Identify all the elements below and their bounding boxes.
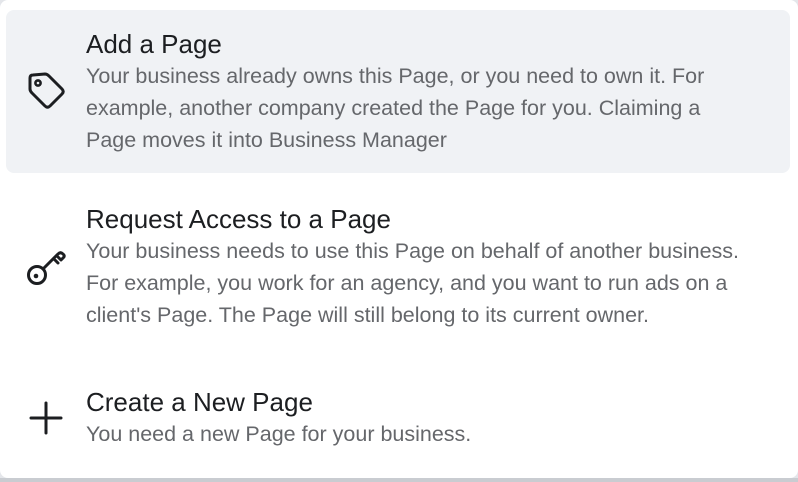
tag-icon — [6, 70, 86, 114]
menu-item-add-page[interactable]: Add a Page Your business already owns th… — [6, 10, 790, 173]
menu-item-description: Your business already owns this Page, or… — [86, 63, 705, 152]
menu-item-title: Add a Page — [86, 28, 222, 59]
menu-item-description: Your business needs to use this Page on … — [86, 239, 740, 327]
add-page-menu: Add a Page Your business already owns th… — [0, 0, 798, 478]
menu-item-title: Request Access to a Page — [86, 204, 391, 234]
key-icon — [6, 245, 86, 289]
menu-item-create-page[interactable]: Create a New Page You need a new Page fo… — [6, 368, 790, 468]
menu-item-description: You need a new Page for your business. — [86, 422, 472, 446]
plus-icon — [6, 400, 86, 436]
background-edge — [0, 478, 798, 482]
menu-item-request-access[interactable]: Request Access to a Page Your business n… — [6, 178, 790, 356]
menu-item-title: Create a New Page — [86, 387, 313, 417]
